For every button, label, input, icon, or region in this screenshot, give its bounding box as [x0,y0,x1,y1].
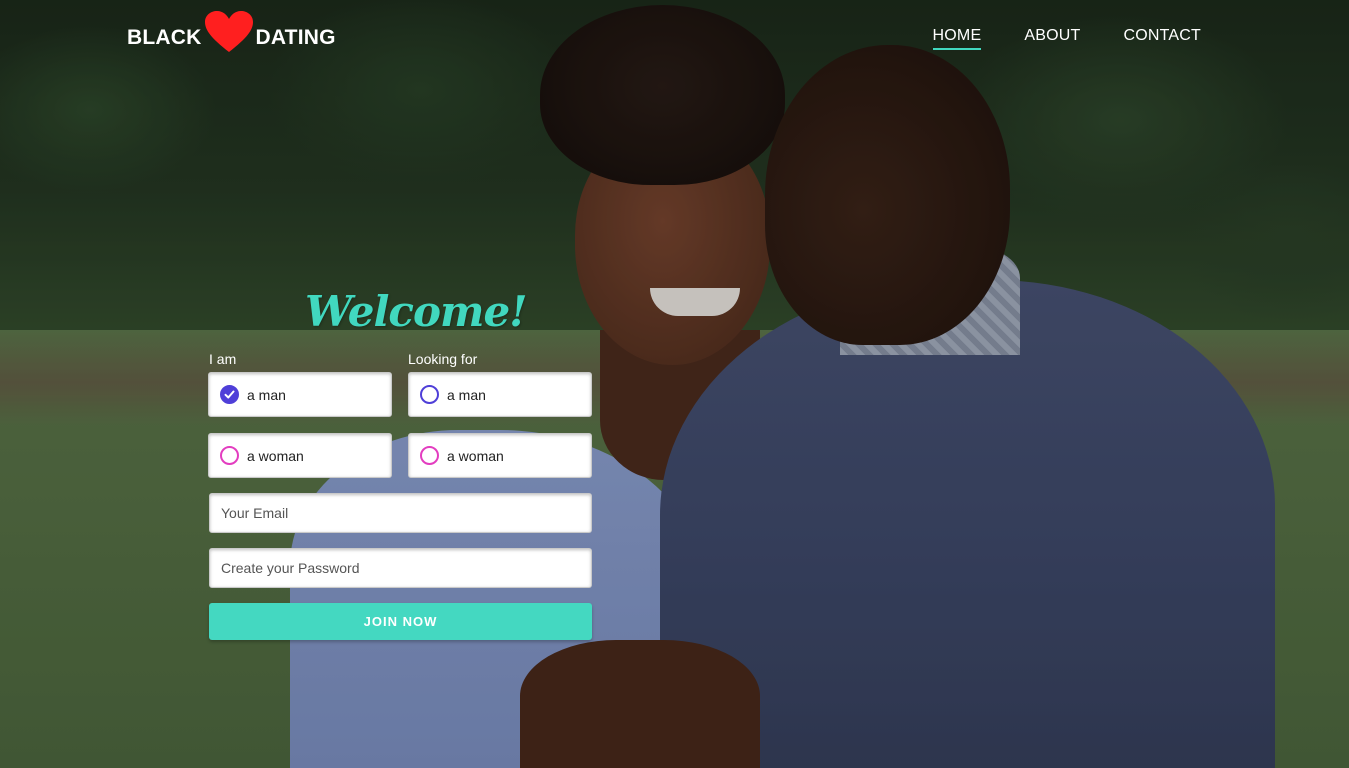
hero-background-photo [0,0,1349,768]
site-logo[interactable]: BLACK DATING [127,11,336,60]
nav-about-link[interactable]: ABOUT [1024,27,1080,50]
nav-home-link[interactable]: HOME [932,27,982,50]
radio-circle-icon [220,446,239,465]
looking-for-woman-radio[interactable]: a woman [408,433,592,478]
nav-contact-link[interactable]: CONTACT [1123,27,1201,50]
i-am-man-radio[interactable]: a man [208,372,392,417]
logo-word-right: DATING [255,26,336,49]
email-field[interactable] [209,493,592,533]
password-field[interactable] [209,548,592,588]
radio-circle-icon [420,385,439,404]
main-nav: HOME ABOUT CONTACT [932,27,1201,50]
looking-for-man-radio[interactable]: a man [408,372,592,417]
looking-for-label: Looking for [408,351,478,367]
check-icon [220,385,239,404]
radio-label: a woman [247,447,304,464]
heart-icon [204,11,253,52]
radio-label: a man [247,386,286,403]
logo-word-left: BLACK [127,26,202,49]
welcome-heading: Welcome! [305,287,528,336]
radio-label: a man [447,386,486,403]
radio-label: a woman [447,447,504,464]
i-am-woman-radio[interactable]: a woman [208,433,392,478]
radio-circle-icon [420,446,439,465]
join-now-button[interactable]: JOIN NOW [209,603,592,640]
photo-overlay [0,0,1349,768]
i-am-label: I am [209,351,237,367]
